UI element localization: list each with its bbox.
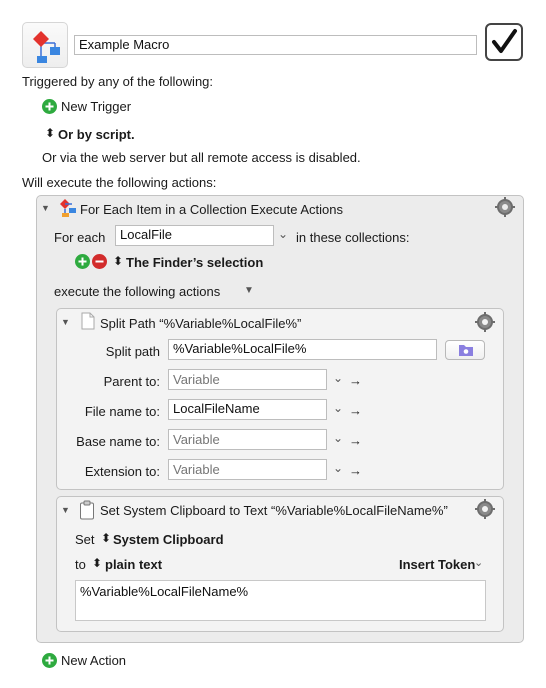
base-name-to-input[interactable]: [168, 429, 327, 450]
extension-to-input[interactable]: [168, 459, 327, 480]
new-trigger-button[interactable]: New Trigger: [61, 99, 131, 114]
macro-icon[interactable]: [22, 22, 68, 68]
file-name-to-label: File name to:: [84, 404, 160, 419]
variable-chevron-down-icon[interactable]: ⌄: [278, 227, 288, 241]
chevron-down-icon[interactable]: ⌄: [333, 431, 343, 445]
choose-file-button[interactable]: [445, 340, 485, 360]
format-popup[interactable]: plain text: [105, 557, 162, 572]
for-each-action-icon: [59, 198, 77, 218]
file-name-to-input[interactable]: LocalFileName: [168, 399, 327, 420]
arrow-right-icon[interactable]: →: [349, 463, 362, 478]
clipboard-icon: [79, 500, 95, 520]
split-path-label: Split path: [105, 344, 160, 359]
add-trigger-icon[interactable]: [42, 99, 57, 114]
to-label: to: [75, 557, 86, 572]
parent-to-input[interactable]: [168, 369, 327, 390]
execute-label: execute the following actions: [54, 284, 221, 299]
for-each-label: For each: [54, 230, 106, 245]
gear-icon[interactable]: [475, 499, 495, 519]
actions-heading: Will execute the following actions:: [22, 175, 217, 190]
clipboard-popup[interactable]: System Clipboard: [113, 532, 224, 547]
web-server-note: Or via the web server but all remote acc…: [42, 150, 361, 165]
in-collections-label: in these collections:: [296, 230, 410, 245]
collection-popup[interactable]: The Finder’s selection: [126, 255, 263, 270]
updown-icon[interactable]: ⬍: [45, 126, 55, 140]
folder-icon: [459, 345, 473, 356]
insert-token-chevron-down-icon[interactable]: ⌄: [474, 556, 483, 569]
set-label: Set: [75, 532, 95, 547]
checkmark-icon: [492, 29, 517, 53]
add-action-icon[interactable]: [42, 653, 57, 668]
insert-token-menu[interactable]: Insert Token: [399, 557, 475, 572]
split-path-input[interactable]: %Variable%LocalFile%: [168, 339, 437, 360]
for-each-disclosure-triangle[interactable]: ▼: [41, 203, 50, 213]
document-icon: [81, 312, 95, 330]
for-each-title: For Each Item in a Collection Execute Ac…: [80, 202, 344, 217]
split-path-title: Split Path “%Variable%LocalFile%”: [100, 316, 302, 331]
execute-disclosure-triangle[interactable]: ▼: [244, 285, 254, 296]
macro-name-input[interactable]: Example Macro: [74, 35, 477, 55]
clipboard-text-area[interactable]: %Variable%LocalFileName%: [75, 580, 486, 621]
extension-to-label: Extension to:: [84, 464, 160, 479]
macro-enabled-checkbox[interactable]: [485, 23, 523, 61]
base-name-to-label: Base name to:: [76, 434, 160, 449]
chevron-down-icon[interactable]: ⌄: [333, 371, 343, 385]
arrow-right-icon[interactable]: →: [349, 433, 362, 448]
format-updown-icon[interactable]: ⬍: [92, 556, 102, 570]
chevron-down-icon[interactable]: ⌄: [333, 401, 343, 415]
new-action-button[interactable]: New Action: [61, 653, 126, 668]
for-each-variable-input[interactable]: LocalFile: [115, 225, 274, 246]
add-collection-icon[interactable]: [75, 254, 90, 269]
gear-icon[interactable]: [475, 312, 495, 332]
arrow-right-icon[interactable]: →: [349, 373, 362, 388]
split-path-disclosure-triangle[interactable]: ▼: [61, 317, 70, 327]
remove-collection-icon[interactable]: [92, 254, 107, 269]
clipboard-updown-icon[interactable]: ⬍: [101, 531, 111, 545]
arrow-right-icon[interactable]: →: [349, 403, 362, 418]
collection-updown-icon[interactable]: ⬍: [113, 254, 123, 268]
or-by-script-popup[interactable]: Or by script.: [58, 127, 135, 142]
triggers-heading: Triggered by any of the following:: [22, 74, 214, 89]
parent-to-label: Parent to:: [103, 374, 160, 389]
chevron-down-icon[interactable]: ⌄: [333, 461, 343, 475]
clipboard-disclosure-triangle[interactable]: ▼: [61, 505, 70, 515]
set-clipboard-title: Set System Clipboard to Text “%Variable%…: [100, 503, 448, 518]
gear-icon[interactable]: [495, 197, 515, 217]
